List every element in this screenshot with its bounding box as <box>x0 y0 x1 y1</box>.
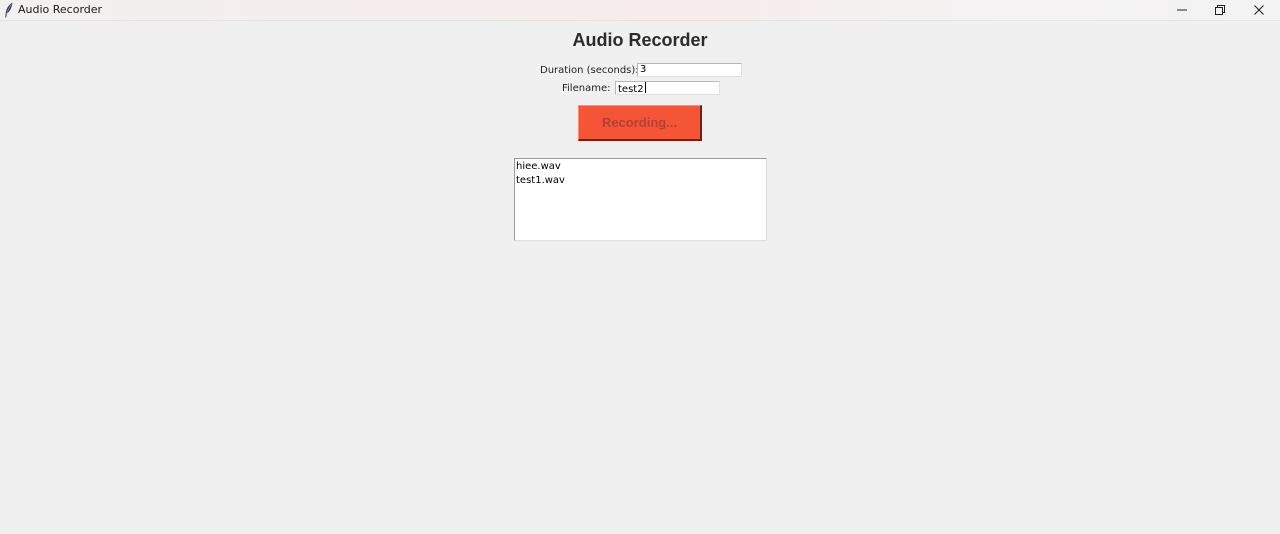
minimize-button[interactable] <box>1163 0 1201 20</box>
duration-input[interactable]: 3 <box>637 63 742 77</box>
duration-value: 3 <box>640 64 647 75</box>
filename-value: test2 <box>618 84 644 95</box>
text-cursor <box>644 82 646 93</box>
minimize-icon <box>1177 9 1187 11</box>
app-window: Audio Recorder Audio Recorder Duration (… <box>0 0 1280 534</box>
list-item[interactable]: test1.wav <box>515 174 766 188</box>
feather-icon <box>5 2 13 18</box>
title-bar[interactable]: Audio Recorder <box>0 0 1280 21</box>
close-button[interactable] <box>1240 0 1278 20</box>
restore-icon <box>1215 5 1225 15</box>
filename-label: Filename: <box>562 83 611 94</box>
filename-input[interactable]: test2 <box>615 81 720 95</box>
record-button[interactable]: Recording... <box>578 105 702 141</box>
list-item[interactable]: hiee.wav <box>515 160 766 174</box>
page-title: Audio Recorder <box>572 30 708 50</box>
maximize-button[interactable] <box>1201 0 1239 20</box>
recordings-listbox[interactable]: hiee.wav test1.wav <box>514 158 767 241</box>
window-title: Audio Recorder <box>18 3 103 16</box>
close-icon <box>1254 5 1264 15</box>
duration-label: Duration (seconds): <box>540 65 639 76</box>
